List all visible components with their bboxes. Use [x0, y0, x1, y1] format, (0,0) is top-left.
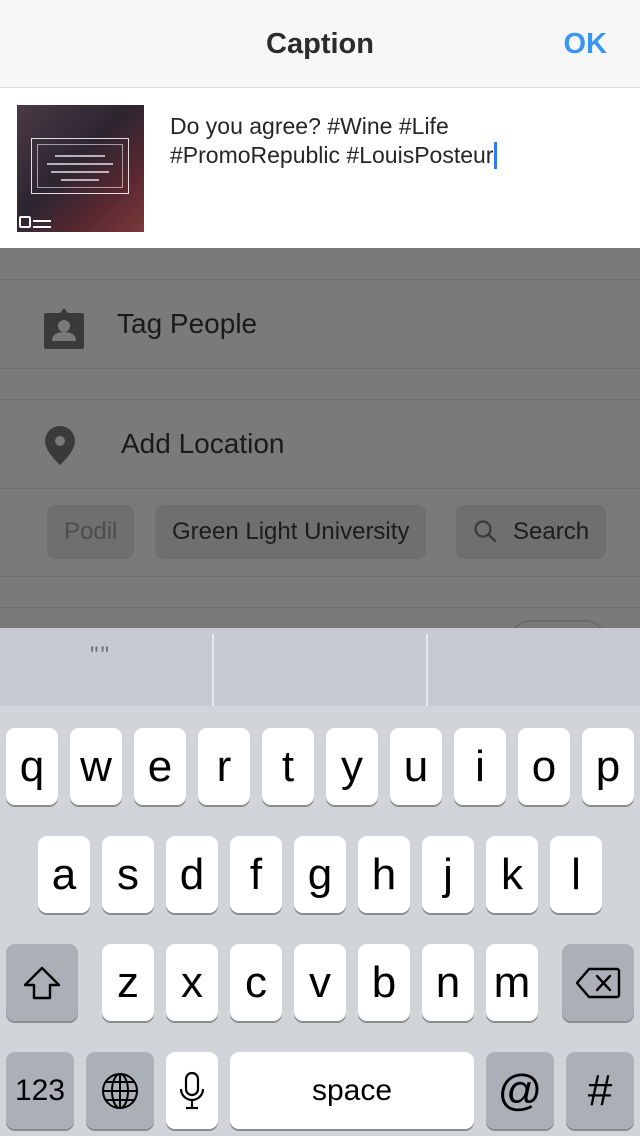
key-g[interactable]: g [294, 836, 346, 913]
search-label: Search [513, 518, 590, 545]
location-search-button[interactable]: Search [456, 505, 607, 559]
location-pin-icon [45, 426, 75, 465]
key-r[interactable]: r [198, 728, 250, 805]
globe-icon [102, 1072, 138, 1109]
key-q[interactable]: q [6, 728, 58, 805]
key-c[interactable]: c [230, 944, 282, 1021]
key-a[interactable]: a [38, 836, 90, 913]
key-m[interactable]: m [486, 944, 538, 1021]
dictation-key[interactable] [166, 1052, 218, 1129]
key-o[interactable]: o [518, 728, 570, 805]
promorepublic-logo-icon [19, 216, 31, 228]
shift-key[interactable] [6, 944, 78, 1021]
suggestion-bar: "" [0, 628, 640, 706]
key-l[interactable]: l [550, 836, 602, 913]
hash-key[interactable]: # [566, 1052, 634, 1129]
key-w[interactable]: w [70, 728, 122, 805]
suggestion-item[interactable]: "" [0, 628, 213, 706]
caption-line: #PromoRepublic #LouisPosteur [170, 142, 494, 168]
suggestion-item[interactable] [428, 628, 640, 706]
key-d[interactable]: d [166, 836, 218, 913]
tag-people-icon [44, 308, 84, 349]
add-location-button[interactable]: Add Location [121, 428, 284, 460]
key-j[interactable]: j [422, 836, 474, 913]
numbers-key[interactable]: 123 [6, 1052, 74, 1129]
key-t[interactable]: t [262, 728, 314, 805]
caption-composer: Do you agree? #Wine #Life #PromoRepublic… [0, 88, 640, 248]
key-e[interactable]: e [134, 728, 186, 805]
page-title: Caption [266, 28, 374, 60]
location-chip[interactable]: Podil [47, 505, 135, 559]
delete-key[interactable] [562, 944, 634, 1021]
key-s[interactable]: s [102, 836, 154, 913]
ok-button[interactable]: OK [564, 28, 608, 61]
key-y[interactable]: y [326, 728, 378, 805]
at-key[interactable]: @ [486, 1052, 554, 1129]
key-f[interactable]: f [230, 836, 282, 913]
key-k[interactable]: k [486, 836, 538, 913]
search-icon [474, 520, 497, 543]
key-z[interactable]: z [102, 944, 154, 1021]
caption-input[interactable]: Do you agree? #Wine #Life #PromoRepublic… [170, 112, 620, 170]
key-p[interactable]: p [582, 728, 634, 805]
key-u[interactable]: u [390, 728, 442, 805]
space-key[interactable]: space [230, 1052, 474, 1129]
microphone-icon [179, 1071, 205, 1109]
backspace-icon [575, 967, 621, 998]
keyboard: "" q w e r t y u i o p a s d f g h j k l… [0, 628, 640, 1136]
key-x[interactable]: x [166, 944, 218, 1021]
post-thumbnail [17, 105, 144, 232]
key-n[interactable]: n [422, 944, 474, 1021]
suggestion-item[interactable] [214, 628, 426, 706]
location-chip[interactable]: Green Light University [155, 505, 427, 559]
text-cursor [494, 142, 498, 169]
post-options-overlay: Tag People Add Location Podil Green Ligh… [0, 248, 640, 660]
tag-people-button[interactable]: Tag People [117, 308, 257, 340]
key-v[interactable]: v [294, 944, 346, 1021]
key-b[interactable]: b [358, 944, 410, 1021]
nav-bar: Caption OK [0, 0, 640, 88]
suggestion-text: "" [90, 642, 112, 669]
shift-icon [23, 966, 61, 999]
caption-line: Do you agree? #Wine #Life [170, 113, 449, 139]
key-h[interactable]: h [358, 836, 410, 913]
key-i[interactable]: i [454, 728, 506, 805]
globe-key[interactable] [86, 1052, 154, 1129]
